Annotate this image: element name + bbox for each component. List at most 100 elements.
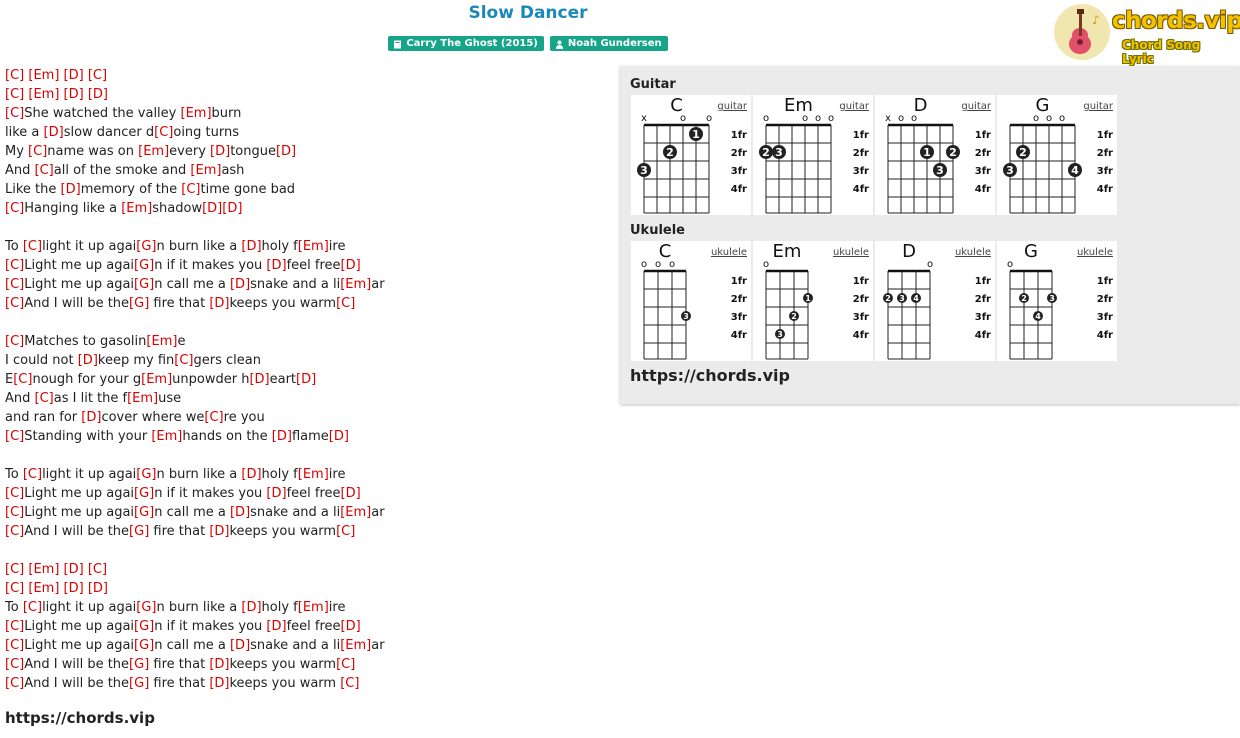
chord-marker[interactable]: [C]	[5, 334, 24, 349]
chord-marker[interactable]: [C]	[181, 182, 200, 197]
chord-diagram-guitar-g[interactable]: Gguitar o o o 1fr 2fr 3fr 4fr 2 3 4	[997, 95, 1117, 215]
chord-marker[interactable]: [C]	[5, 505, 24, 520]
chord-marker[interactable]: [D]	[81, 410, 101, 425]
chord-marker[interactable]: [Em]	[340, 505, 371, 520]
chord-marker[interactable]: [G]	[134, 277, 154, 292]
chord-marker[interactable]: [D]	[272, 429, 292, 444]
chord-marker[interactable]: [G]	[129, 296, 149, 311]
chord-marker[interactable]: [D]	[230, 505, 250, 520]
chord-marker[interactable]: [D]	[241, 239, 261, 254]
panel-url[interactable]: https://chords.vip	[630, 366, 790, 385]
chord-marker[interactable]: [D]	[64, 68, 84, 83]
chord-marker[interactable]: [D]	[88, 581, 108, 596]
chord-marker[interactable]: [D]	[266, 619, 286, 634]
chord-marker[interactable]: [Em]	[190, 163, 221, 178]
chord-diagram-guitar-c[interactable]: Cguitar x o o 1fr 2fr 3fr 4fr 1 2 3	[631, 95, 751, 215]
chord-marker[interactable]: [D]	[88, 87, 108, 102]
chord-marker[interactable]: [Em]	[28, 581, 59, 596]
chord-diagram-ukulele-c[interactable]: Cukulele o o o 1fr 2fr 3fr 4fr 3	[631, 241, 751, 361]
chord-marker[interactable]: [Em]	[138, 144, 169, 159]
chord-marker[interactable]: [D]	[44, 125, 64, 140]
chord-marker[interactable]: [D]	[241, 600, 261, 615]
chord-diagram-guitar-em[interactable]: Em guitar o o o o 1fr 2fr 3fr 4fr 2 3	[753, 95, 873, 215]
chord-marker[interactable]: [Em]	[146, 334, 177, 349]
chord-marker[interactable]: [D]	[209, 676, 229, 691]
chord-marker[interactable]: [C]	[5, 676, 24, 691]
chord-marker[interactable]: [C]	[5, 277, 24, 292]
chord-marker[interactable]: [G]	[129, 524, 149, 539]
chord-marker[interactable]: [C]	[35, 163, 54, 178]
chord-marker[interactable]: [C]	[204, 410, 223, 425]
chord-marker[interactable]: [G]	[129, 657, 149, 672]
chord-marker[interactable]: [D]	[276, 144, 296, 159]
chord-diagram-ukulele-g[interactable]: Gukulele o 1fr 2fr 3fr 4fr 2 3 4	[997, 241, 1117, 361]
chord-marker[interactable]: [G]	[134, 258, 154, 273]
artist-badge[interactable]: Noah Gundersen	[549, 36, 668, 51]
chord-marker[interactable]: [D]	[341, 258, 361, 273]
chord-marker[interactable]: [Em]	[127, 391, 158, 406]
chord-marker[interactable]: [C]	[23, 467, 42, 482]
chord-diagram-ukulele-d[interactable]: Dukulele o 1fr 2fr 3fr 4fr 2 3 4	[875, 241, 995, 361]
chord-marker[interactable]: [C]	[5, 258, 24, 273]
chord-marker[interactable]: [C]	[340, 676, 359, 691]
chord-marker[interactable]: [C]	[5, 638, 24, 653]
chord-marker[interactable]: [D]	[341, 486, 361, 501]
chord-marker[interactable]: [C]	[336, 524, 355, 539]
chord-marker[interactable]: [C]	[336, 657, 355, 672]
chord-marker[interactable]: [G]	[134, 638, 154, 653]
chord-marker[interactable]: [C]	[5, 486, 24, 501]
chord-diagram-ukulele-em[interactable]: Em ukulele o 1fr 2fr 3fr 4fr 1 2 3	[753, 241, 873, 361]
chord-marker[interactable]: [G]	[134, 486, 154, 501]
chord-marker[interactable]: [C]	[5, 619, 24, 634]
chord-marker[interactable]: [C]	[5, 524, 24, 539]
chord-marker[interactable]: [C]	[336, 296, 355, 311]
site-logo[interactable]: ♪ chords.vip Chord Song Lyric	[1054, 4, 1240, 66]
chord-marker[interactable]: [C]	[23, 239, 42, 254]
chord-diagram-guitar-d[interactable]: Dguitar x o o 1fr 2fr 3fr 4fr 1 2 3	[875, 95, 995, 215]
chord-marker[interactable]: [C]	[5, 562, 24, 577]
chord-marker[interactable]: [D]	[329, 429, 349, 444]
chord-marker[interactable]: [D]	[64, 562, 84, 577]
chord-marker[interactable]: [C]	[5, 201, 24, 216]
chord-marker[interactable]: [Em]	[141, 372, 172, 387]
chord-marker[interactable]: [C]	[5, 657, 24, 672]
chord-marker[interactable]: [Em]	[298, 600, 329, 615]
chord-marker[interactable]: [Em]	[298, 467, 329, 482]
chord-marker[interactable]: [C]	[5, 296, 24, 311]
chord-marker[interactable]: [D]	[61, 182, 81, 197]
chord-marker[interactable]: [D]	[64, 581, 84, 596]
chord-marker[interactable]: [D]	[266, 258, 286, 273]
chord-marker[interactable]: [Em]	[340, 277, 371, 292]
chord-marker[interactable]: [Em]	[181, 106, 212, 121]
chord-marker[interactable]: [D]	[296, 372, 316, 387]
chord-marker[interactable]: [Em]	[340, 638, 371, 653]
chord-marker[interactable]: [C]	[13, 372, 32, 387]
chord-marker[interactable]: [C]	[5, 429, 24, 444]
chord-marker[interactable]: [D]	[209, 524, 229, 539]
chord-marker[interactable]: [D]	[209, 296, 229, 311]
chord-marker[interactable]: [C]	[23, 600, 42, 615]
chord-marker[interactable]: [C]	[88, 562, 107, 577]
chord-marker[interactable]: [D]	[341, 619, 361, 634]
chord-marker[interactable]: [Em]	[298, 239, 329, 254]
chord-marker[interactable]: [C]	[5, 106, 24, 121]
chord-marker[interactable]: [D]	[230, 638, 250, 653]
chord-marker[interactable]: [G]	[136, 600, 156, 615]
album-badge[interactable]: Carry The Ghost (2015)	[388, 36, 544, 51]
chord-marker[interactable]: [Em]	[121, 201, 152, 216]
chord-marker[interactable]: [D]	[78, 353, 98, 368]
chord-marker[interactable]: [G]	[134, 505, 154, 520]
chord-marker[interactable]: [G]	[129, 676, 149, 691]
chord-marker[interactable]: [G]	[136, 467, 156, 482]
chord-marker[interactable]: [D]	[266, 486, 286, 501]
chord-marker[interactable]: [Em]	[28, 68, 59, 83]
chord-marker[interactable]: [D]	[222, 201, 242, 216]
chord-marker[interactable]: [G]	[136, 239, 156, 254]
chord-marker[interactable]: [G]	[134, 619, 154, 634]
chord-marker[interactable]: [D]	[241, 467, 261, 482]
chord-marker[interactable]: [D]	[249, 372, 269, 387]
chord-marker[interactable]: [D]	[202, 201, 222, 216]
chord-marker[interactable]: [C]	[154, 125, 173, 140]
chord-marker[interactable]: [Em]	[151, 429, 182, 444]
chord-marker[interactable]: [C]	[5, 68, 24, 83]
